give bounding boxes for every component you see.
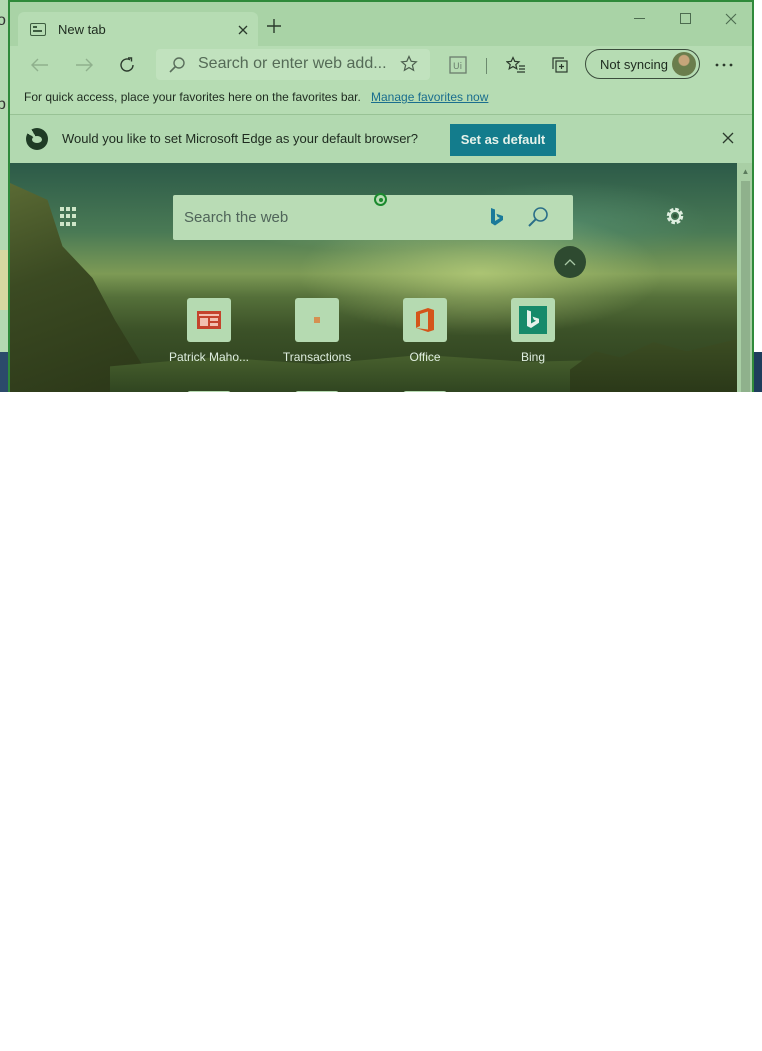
close-icon [722, 132, 734, 144]
close-icon [238, 25, 248, 34]
quick-link-tile-partial[interactable] [403, 391, 447, 392]
search-icon[interactable] [527, 206, 549, 233]
maximize-button[interactable] [662, 6, 708, 34]
tab-new-tab[interactable]: New tab [18, 12, 258, 46]
scrollbar-thumb[interactable] [741, 181, 750, 392]
close-icon [725, 13, 737, 25]
title-bar: New tab [10, 2, 752, 46]
chevron-up-icon [564, 259, 576, 266]
quick-link-tile-partial[interactable] [187, 391, 231, 392]
collections-button[interactable] [544, 50, 576, 80]
manage-favorites-link[interactable]: Manage favorites now [371, 90, 488, 104]
desktop-background-right [753, 0, 762, 392]
address-input[interactable]: Search or enter web add... [198, 55, 387, 73]
toolbar-separator [486, 58, 487, 74]
bing-icon [511, 298, 555, 342]
address-bar[interactable]: Search or enter web add... [156, 49, 430, 80]
quick-link-tile[interactable]: Patrick Maho... [164, 298, 254, 364]
back-arrow-icon [31, 58, 48, 72]
window-close-button[interactable] [708, 6, 752, 34]
minimize-icon [633, 18, 645, 20]
avatar [672, 52, 696, 76]
web-search-input[interactable]: Search the web [184, 209, 288, 226]
maximize-icon [679, 13, 691, 25]
favorites-list-icon [506, 56, 525, 73]
office-icon [403, 298, 447, 342]
quick-link-tile-partial[interactable] [295, 391, 339, 392]
tab-title: New tab [58, 21, 106, 37]
tab-close-button[interactable] [228, 19, 258, 40]
desktop-text-fragment: o [0, 12, 6, 29]
edge-logo-icon [26, 128, 48, 150]
profile-sync-status: Not syncing [600, 56, 668, 72]
more-dots-icon [715, 63, 733, 67]
transactions-icon [295, 298, 339, 342]
profile-button[interactable]: Not syncing [585, 49, 700, 79]
tile-label: Bing [520, 350, 546, 364]
forward-button[interactable] [68, 50, 100, 80]
tile-label: Transactions [282, 350, 352, 364]
new-tab-page-icon [30, 22, 46, 36]
minimize-button[interactable] [616, 6, 662, 34]
new-tab-button[interactable] [262, 16, 286, 40]
desktop-text-fragment: p [0, 96, 6, 113]
gear-icon [666, 207, 684, 225]
background-rocks [570, 339, 737, 392]
tile-label: Patrick Maho... [168, 350, 250, 364]
navigation-toolbar: Search or enter web add... Ui Not syncin… [10, 46, 752, 84]
collections-icon [552, 57, 568, 73]
set-as-default-button[interactable]: Set as default [450, 124, 556, 156]
web-search-box[interactable]: Search the web [173, 195, 573, 240]
back-button[interactable] [24, 50, 56, 80]
quick-link-tile[interactable]: Transactions [272, 298, 362, 364]
default-browser-message: Would you like to set Microsoft Edge as … [62, 131, 418, 146]
add-favorite-star-icon[interactable] [400, 55, 418, 78]
powerpoint-icon [187, 298, 231, 342]
refresh-icon [120, 57, 134, 72]
infobar-close-button[interactable] [718, 128, 738, 148]
vertical-scrollbar[interactable]: ▲ [737, 163, 752, 392]
tile-label: Office [409, 350, 441, 364]
new-tab-page: Search the web Patrick Maho... Transacti… [10, 163, 737, 392]
favorites-bar: For quick access, place your favorites h… [10, 84, 752, 115]
forward-arrow-icon [76, 58, 93, 72]
favorites-bar-hint: For quick access, place your favorites h… [24, 90, 361, 104]
collapse-tiles-button[interactable] [554, 246, 586, 278]
bing-icon [489, 207, 505, 232]
browser-window: New tab Search or enter web add... Ui No… [8, 0, 754, 392]
mouse-pointer-marker [374, 193, 387, 206]
quick-link-tile[interactable]: Office [380, 298, 470, 364]
svg-text:Ui: Ui [453, 62, 462, 72]
plus-icon [267, 19, 281, 33]
taskbar-fragment [753, 352, 762, 392]
uipath-extension-icon: Ui [449, 56, 467, 74]
settings-and-more-button[interactable] [708, 50, 740, 80]
app-launcher-button[interactable] [60, 207, 80, 227]
scroll-up-arrow-icon[interactable]: ▲ [737, 167, 752, 179]
favorites-button[interactable] [500, 50, 532, 80]
page-settings-button[interactable] [664, 205, 686, 227]
quick-link-tile[interactable]: Bing [488, 298, 578, 364]
search-icon [168, 56, 186, 79]
default-browser-infobar: Would you like to set Microsoft Edge as … [10, 116, 752, 163]
refresh-button[interactable] [111, 50, 143, 80]
uipath-extension-button[interactable]: Ui [442, 50, 474, 80]
